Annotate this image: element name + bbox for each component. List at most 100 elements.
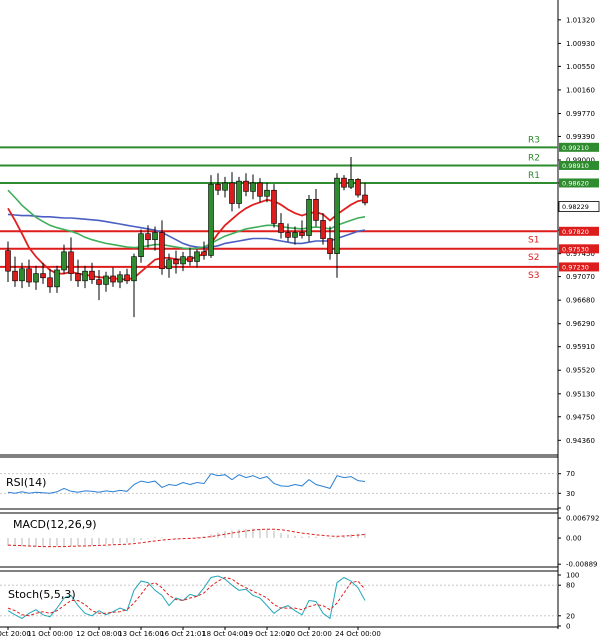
price-tick-label: 1.00930 — [566, 40, 595, 48]
candle-body — [341, 177, 347, 188]
candle-body — [257, 182, 263, 197]
candle-body — [194, 251, 200, 262]
candle-body — [201, 251, 207, 256]
rsi-tick-label: 30 — [566, 490, 575, 498]
candle-body — [103, 275, 109, 285]
price-tick-label: 0.94750 — [566, 413, 595, 421]
candle-body — [54, 269, 60, 288]
level-label-r1: R1 — [528, 171, 540, 181]
stoch-tick-label: 20 — [566, 612, 575, 620]
candle-body — [236, 180, 242, 204]
candle-body — [285, 232, 291, 238]
time-tick-label: 11 Oct 00:00 — [27, 630, 73, 638]
candle-body — [243, 180, 249, 192]
candle-body — [208, 183, 214, 256]
candle-body — [61, 251, 67, 271]
candle-body — [145, 233, 151, 241]
candle-body — [138, 233, 144, 257]
level-price-tag-text-r1: 0.98620 — [562, 179, 589, 187]
level-price-tag-text-s2: 0.97530 — [562, 245, 589, 253]
macd-tick-label: -0.00889 — [566, 561, 597, 569]
stoch-title: Stoch(5,5,3) — [8, 588, 76, 601]
candle-body — [215, 183, 221, 191]
candle-body — [166, 259, 172, 270]
time-tick-label: 20 Oct 20:00 — [286, 630, 332, 638]
candle-body — [117, 274, 123, 283]
candle-body — [362, 194, 368, 204]
candle-body — [299, 232, 305, 236]
candle-body — [348, 179, 354, 188]
level-price-tag-text-s3: 0.97230 — [562, 263, 589, 271]
candle-body — [250, 182, 256, 192]
rsi-title: RSI(14) — [6, 476, 46, 489]
candle-body — [96, 279, 102, 285]
price-tick-label: 0.96290 — [566, 320, 595, 328]
candle-body — [152, 232, 158, 241]
price-tick-label: 0.94360 — [566, 437, 595, 445]
price-tick-label: 0.97070 — [566, 273, 595, 281]
current-price-text: 0.98229 — [562, 203, 589, 211]
stoch-tick-label: 100 — [566, 572, 579, 580]
rsi-tick-label: 0 — [566, 505, 570, 513]
candle-body — [12, 270, 18, 282]
candle-body — [19, 268, 25, 282]
candle-body — [124, 274, 130, 282]
price-tick-label: 0.99390 — [566, 133, 595, 141]
candle-body — [264, 189, 270, 197]
candle-body — [68, 251, 74, 274]
price-tick-label: 0.95520 — [566, 367, 595, 375]
candle-body — [355, 179, 361, 196]
level-price-tag-text-r2: 0.98910 — [562, 162, 589, 170]
time-tick-label: 18 Oct 04:00 — [202, 630, 248, 638]
time-tick-label: 19 Oct 12:00 — [244, 630, 290, 638]
stoch-tick-label: 0 — [566, 623, 570, 631]
candle-body — [89, 270, 95, 280]
price-tick-label: 1.00160 — [566, 86, 595, 94]
candle-body — [334, 177, 340, 254]
time-tick-label: 12 Oct 08:00 — [76, 630, 122, 638]
candle-body — [26, 268, 32, 283]
candle-body — [131, 256, 137, 282]
macd-tick-label: 0.006792 — [566, 515, 599, 523]
candle-body — [271, 189, 277, 224]
candle-body — [313, 198, 319, 221]
price-tick-label: 1.00550 — [566, 63, 595, 71]
level-price-tag-text-r3: 0.99210 — [562, 144, 589, 152]
candle-body — [173, 259, 179, 265]
level-label-s2: S2 — [528, 253, 539, 263]
candle-body — [292, 232, 298, 238]
candle-body — [320, 220, 326, 239]
price-tick-label: 0.99770 — [566, 110, 595, 118]
time-tick-label: 24 Oct 00:00 — [335, 630, 381, 638]
candle-body — [180, 256, 186, 265]
candle-body — [306, 198, 312, 236]
candle-body — [110, 275, 116, 283]
macd-tick-label: 0.00 — [566, 535, 582, 543]
candle-body — [75, 273, 81, 282]
price-tick-label: 1.01320 — [566, 16, 595, 24]
level-label-r3: R3 — [528, 135, 540, 145]
level-label-s3: S3 — [528, 271, 539, 281]
candle-body — [229, 182, 235, 204]
stoch-tick-label: 80 — [566, 582, 575, 590]
level-label-s1: S1 — [528, 235, 539, 245]
candle-body — [222, 182, 228, 191]
candle-body — [159, 232, 165, 270]
time-tick-label: 16 Oct 21:01 — [160, 630, 206, 638]
level-label-r2: R2 — [528, 153, 540, 163]
candle-body — [33, 273, 39, 283]
candle-body — [5, 250, 11, 272]
price-tick-label: 0.95130 — [566, 390, 595, 398]
candle-body — [47, 277, 53, 288]
forex-chart: 1.01320 1.00930 1.00550 1.00160 0.99770 0.993… — [0, 0, 600, 642]
time-tick-label: 13 Oct 16:00 — [118, 630, 164, 638]
candle-body — [187, 256, 193, 262]
level-price-tag-text-s1: 0.97820 — [562, 228, 589, 236]
candle-body — [278, 223, 284, 233]
price-tick-label: 0.95910 — [566, 343, 595, 351]
price-tick-label: 0.96680 — [566, 297, 595, 305]
current-price-marker: 0.98229 — [558, 201, 600, 212]
candle-body — [327, 238, 333, 254]
rsi-tick-label: 70 — [566, 470, 575, 478]
macd-title: MACD(12,26,9) — [13, 518, 97, 531]
